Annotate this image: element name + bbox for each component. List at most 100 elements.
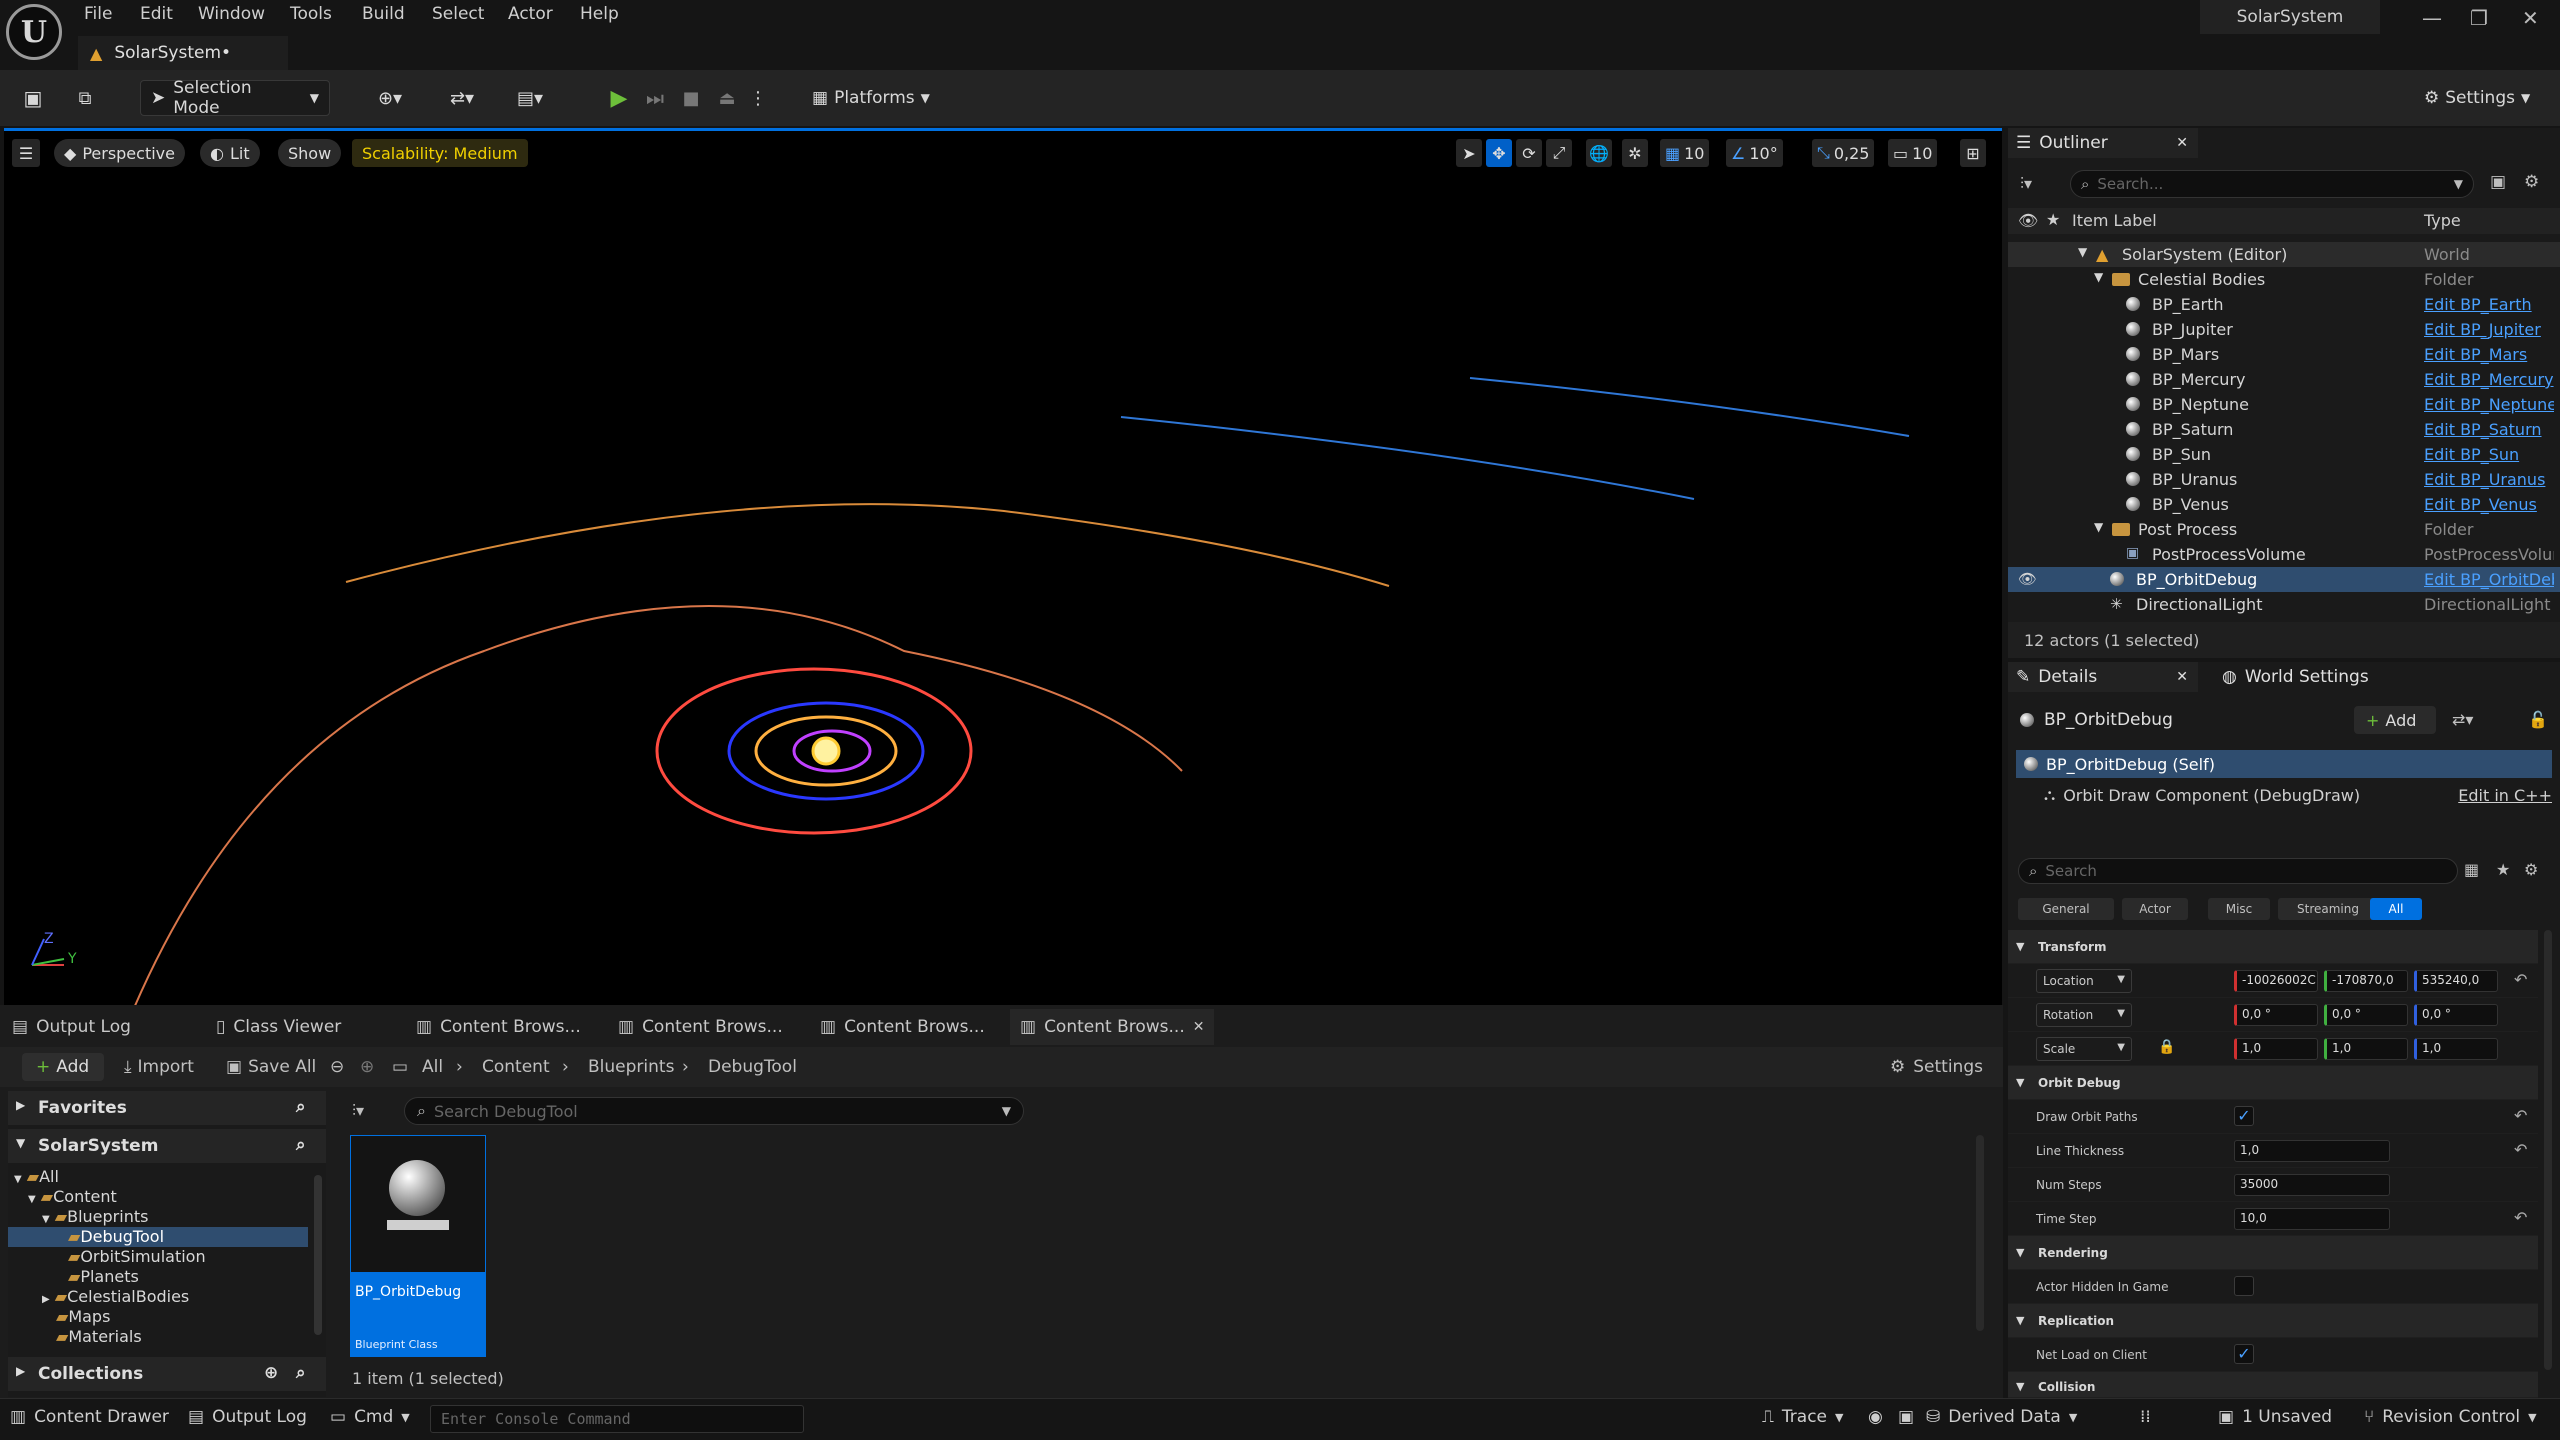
blueprint-options-icon[interactable]: ⇄▾: [2452, 710, 2473, 729]
tree-row[interactable]: BP_Jupiter Edit BP_Jupiter: [2008, 317, 2560, 342]
tree-row[interactable]: BP_Mercury Edit BP_Mercury: [2008, 367, 2560, 392]
add-collection-icon[interactable]: ⊕: [264, 1363, 278, 1383]
derived-data-dropdown[interactable]: ⛁ Derived Data ▼: [1926, 1407, 2077, 1427]
scale-z-field[interactable]: 1,0: [2414, 1038, 2498, 1060]
tree-item-maps[interactable]: ▰Maps: [56, 1307, 110, 1327]
revision-control-dropdown[interactable]: ⑂ Revision Control ▼: [2364, 1407, 2537, 1427]
rotate-tool-icon[interactable]: ⟳: [1516, 139, 1542, 167]
scale-dropdown[interactable]: Scale ▼: [2036, 1037, 2132, 1061]
edit-blueprint-link[interactable]: Edit BP_Sun: [2424, 445, 2554, 464]
trace-dropdown[interactable]: ⎍ Trace ▼: [1762, 1407, 1843, 1427]
layout-icon[interactable]: ⊞: [1960, 139, 1986, 167]
edit-blueprint-link[interactable]: Edit BP_Earth: [2424, 295, 2554, 314]
output-log-button[interactable]: ▤ Output Log: [188, 1407, 307, 1427]
col-item-label[interactable]: Item Label: [2072, 211, 2157, 230]
edit-blueprint-link[interactable]: Edit BP_OrbitDebug: [2424, 570, 2554, 589]
cinematics-icon[interactable]: ▤▾: [508, 80, 552, 116]
star-icon[interactable]: ★: [2046, 210, 2060, 229]
selection-mode-dropdown[interactable]: ➤ Selection Mode ▼: [140, 78, 330, 118]
collections-header[interactable]: ▶ Collections ⊕ ⌕: [8, 1357, 326, 1391]
reset-arrow-icon[interactable]: ↶: [2514, 970, 2527, 989]
details-settings-icon[interactable]: ⚙: [2524, 860, 2538, 879]
tree-row[interactable]: ▼ Celestial Bodies Folder: [2008, 267, 2560, 292]
cb-add-button[interactable]: + Add: [22, 1053, 104, 1081]
assets-scrollbar[interactable]: [1976, 1135, 1984, 1331]
search-icon[interactable]: ⌕: [296, 1135, 306, 1155]
perspective-button[interactable]: ◆ Perspective: [54, 139, 185, 167]
step-icon[interactable]: ⏭: [640, 80, 670, 116]
unreal-logo[interactable]: U: [6, 4, 62, 60]
edit-blueprint-link[interactable]: Edit BP_Uranus: [2424, 470, 2554, 489]
scale-snap-button[interactable]: ⤡ 0,25: [1812, 139, 1875, 167]
tree-row[interactable]: ✳ DirectionalLight DirectionalLight: [2008, 592, 2560, 617]
breadcrumb-all[interactable]: All: [422, 1057, 443, 1077]
chevron-down-icon[interactable]: ▼: [2094, 270, 2103, 284]
platforms-dropdown[interactable]: ▦ Platforms ▼: [812, 80, 942, 116]
menu-build[interactable]: Build: [362, 4, 405, 24]
time-step-field[interactable]: 10,0: [2234, 1208, 2390, 1230]
rotation-y-field[interactable]: 0,0 °: [2324, 1004, 2408, 1026]
edit-blueprint-link[interactable]: Edit BP_Neptune: [2424, 395, 2554, 414]
translate-tool-icon[interactable]: ✥: [1486, 139, 1512, 167]
menu-edit[interactable]: Edit: [140, 4, 173, 24]
blueprint-icon[interactable]: ⇄▾: [440, 80, 484, 116]
tree-row[interactable]: BP_Neptune Edit BP_Neptune: [2008, 392, 2560, 417]
section-replication[interactable]: ▼ Replication: [2008, 1304, 2538, 1338]
chevron-down-icon[interactable]: ▼: [2094, 520, 2103, 534]
eject-icon[interactable]: ⏏: [712, 80, 742, 116]
reset-arrow-icon[interactable]: ↶: [2514, 1208, 2527, 1227]
col-type[interactable]: Type: [2424, 211, 2461, 230]
play-icon[interactable]: ▶: [604, 80, 634, 116]
net-load-checkbox[interactable]: ✓: [2234, 1344, 2254, 1364]
tree-row[interactable]: BP_Uranus Edit BP_Uranus: [2008, 467, 2560, 492]
tree-item-orbitsimulation[interactable]: ▰OrbitSimulation: [68, 1247, 206, 1267]
surface-snap-icon[interactable]: ✲: [1622, 139, 1648, 167]
outliner-search[interactable]: ⌕ Search... ▼: [2070, 170, 2474, 198]
show-button[interactable]: Show: [278, 139, 342, 167]
filter-misc[interactable]: Misc: [2208, 898, 2270, 920]
camera-speed-button[interactable]: ▭ 10: [1888, 139, 1938, 167]
visibility-icon[interactable]: 👁: [2018, 570, 2037, 588]
tab-content-browser-1[interactable]: ▥ Content Brows...: [406, 1009, 591, 1045]
filter-icon[interactable]: ⫶▾: [352, 1101, 364, 1121]
rotation-snap-button[interactable]: ∠ 10°: [1726, 139, 1783, 167]
component-row[interactable]: ⛬ Orbit Draw Component (DebugDraw) Edit …: [2044, 782, 2552, 808]
world-space-icon[interactable]: 🌐: [1586, 139, 1612, 167]
tab-content-browser-2[interactable]: ▥ Content Brows...: [608, 1009, 793, 1045]
edit-cpp-link[interactable]: Edit in C++: [2458, 786, 2552, 805]
tab-content-browser-3[interactable]: ▥ Content Brows...: [810, 1009, 995, 1045]
tree-row[interactable]: ▣ PostProcessVolume PostProcessVolume: [2008, 542, 2560, 567]
new-folder-icon[interactable]: ▣: [2490, 172, 2506, 192]
screenshot-icon[interactable]: ▣: [1898, 1407, 1914, 1427]
favorites-header[interactable]: ▶ Favorites ⌕: [8, 1091, 326, 1125]
breadcrumb-content[interactable]: Content: [482, 1057, 550, 1077]
unsaved-button[interactable]: ▣ 1 Unsaved: [2218, 1407, 2332, 1427]
details-tab[interactable]: ✎ Details ✕: [2008, 662, 2198, 692]
filter-all[interactable]: All: [2370, 898, 2422, 920]
filter-general[interactable]: General: [2018, 898, 2114, 920]
scalability-warning[interactable]: Scalability: Medium: [352, 139, 528, 167]
scale-tool-icon[interactable]: ⤢: [1546, 139, 1572, 167]
content-drawer-button[interactable]: ▥ Content Drawer: [10, 1407, 169, 1427]
table-view-icon[interactable]: ▦: [2464, 860, 2479, 879]
location-z-field[interactable]: 535240,0: [2414, 970, 2498, 992]
filter-icon[interactable]: ⫶▾: [2020, 174, 2032, 194]
star-icon[interactable]: ★: [2496, 860, 2510, 879]
outliner-tab[interactable]: ☰ Outliner ✕: [2008, 128, 2198, 158]
cb-settings-button[interactable]: ⚙ Settings: [1890, 1057, 1983, 1077]
source-control-icon[interactable]: ⁞⁞: [2140, 1407, 2151, 1427]
world-settings-tab[interactable]: ◍ World Settings: [2214, 662, 2414, 692]
content-browse-icon[interactable]: ⧉: [70, 80, 100, 116]
visibility-icon[interactable]: 👁: [2018, 211, 2038, 230]
console-input[interactable]: Enter Console Command: [430, 1405, 804, 1433]
project-header[interactable]: ▼ SolarSystem ⌕: [8, 1129, 326, 1163]
more-options-icon[interactable]: ⋮: [748, 80, 768, 116]
self-component-row[interactable]: BP_OrbitDebug (Self): [2016, 750, 2552, 778]
stop-icon[interactable]: ■: [676, 80, 706, 116]
lock-icon[interactable]: 🔓: [2528, 710, 2548, 729]
search-icon[interactable]: ⌕: [296, 1097, 306, 1117]
menu-tools[interactable]: Tools: [290, 4, 332, 24]
grid-snap-button[interactable]: ▦ 10: [1660, 139, 1710, 167]
section-rendering[interactable]: ▼ Rendering: [2008, 1236, 2538, 1270]
details-scrollbar[interactable]: [2544, 930, 2552, 1370]
